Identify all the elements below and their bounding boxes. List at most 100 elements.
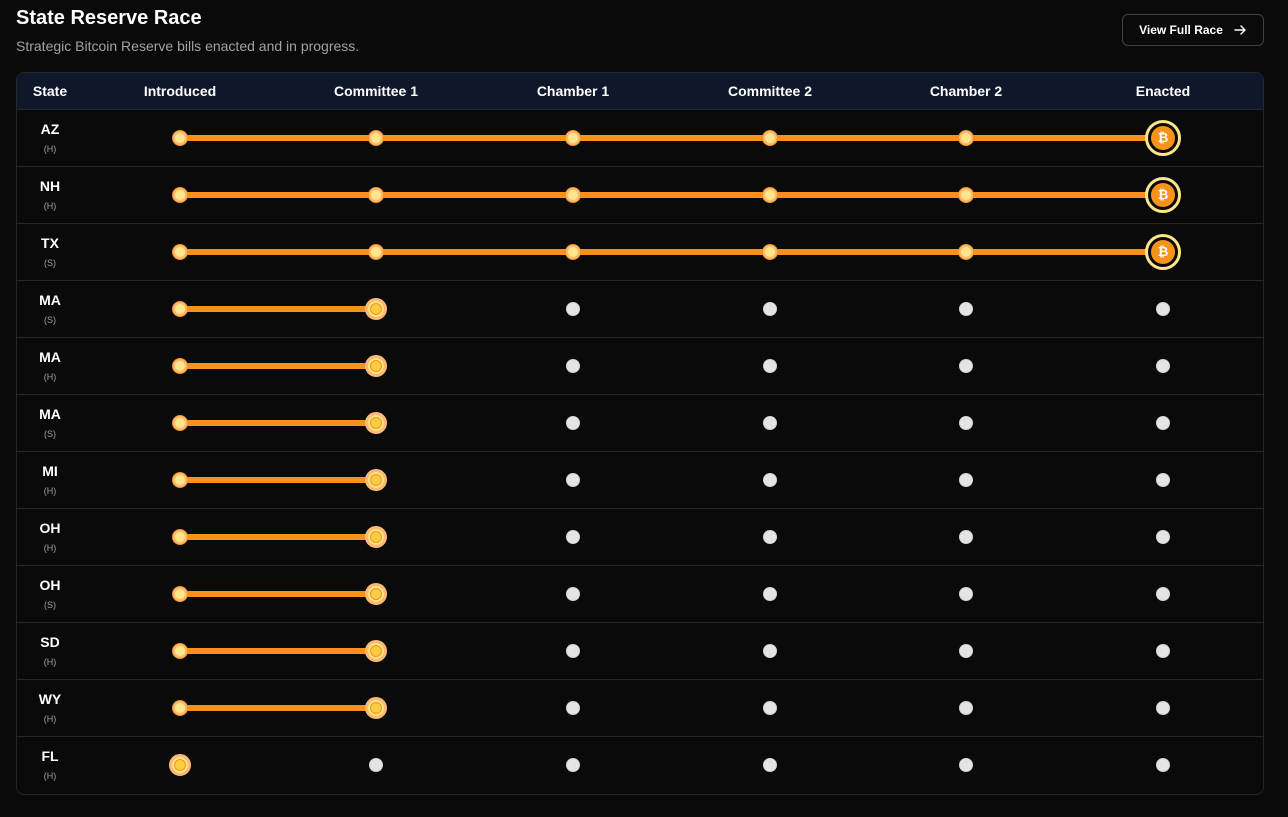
progress-bar [180,420,376,426]
stage-dot-pending [1156,644,1170,658]
state-cell: OH (S) [17,566,83,622]
stage-dot-current [365,412,387,434]
stage-dot-completed [566,245,580,259]
stage-dot-pending [763,587,777,601]
stage-dot-pending [959,302,973,316]
stage-dot-pending [566,302,580,316]
stage-dot-completed [369,245,383,259]
stage-dot-pending [959,530,973,544]
stage-dot-completed [173,701,187,715]
state-cell: FL (H) [17,737,83,793]
state-code: MA [39,292,61,308]
state-chamber: (H) [43,771,57,781]
state-cell: SD (H) [17,623,83,679]
state-code: AZ [40,121,60,137]
stage-dot-completed [173,473,187,487]
stage-dot-current [365,469,387,491]
table-row: OH (S) [17,566,1263,623]
progress-bar [180,591,376,597]
state-chamber: (H) [43,372,57,382]
stage-dot-current [365,355,387,377]
progress-bar [180,534,376,540]
stage-dot-pending [566,758,580,772]
state-cell: MA (S) [17,395,83,451]
column-header-chamber-1: Chamber 1 [536,83,610,99]
stage-dot-pending [1156,530,1170,544]
stage-dot-completed [173,587,187,601]
state-code: NH [39,178,61,194]
stage-dot-completed [173,416,187,430]
page-title: State Reserve Race [16,7,202,29]
state-code: OH [39,520,61,536]
stage-dot-completed [173,188,187,202]
state-chamber: (H) [43,657,57,667]
state-chamber: (H) [43,201,57,211]
column-header-committee-2: Committee 2 [727,83,813,99]
page-subtitle: Strategic Bitcoin Reserve bills enacted … [16,38,360,54]
column-header-chamber-2: Chamber 2 [929,83,1003,99]
stage-dot-completed [763,131,777,145]
stage-dot-completed [959,188,973,202]
stage-dot-pending [566,587,580,601]
stage-dot-completed [369,131,383,145]
progress-bar [180,477,376,483]
column-header-committee-1: Committee 1 [333,83,419,99]
table-row: WY (H) [17,680,1263,737]
stage-dot-current [169,754,191,776]
state-cell: OH (H) [17,509,83,565]
table-row: FL (H) [17,737,1263,794]
view-full-race-button[interactable]: View Full Race [1122,14,1264,46]
stage-dot-completed [566,131,580,145]
state-code: FL [41,748,59,764]
column-header-introduced: Introduced [143,83,217,99]
stage-dot-pending [763,473,777,487]
table-row: OH (H) [17,509,1263,566]
page-header: State Reserve Race Strategic Bitcoin Res… [16,6,1272,62]
stage-dot-completed [763,245,777,259]
state-code: MA [39,406,61,422]
stage-dot-pending [959,359,973,373]
stage-dot-pending [959,416,973,430]
stage-dot-completed [369,188,383,202]
stage-dot-pending [1156,758,1170,772]
race-table: State Introduced Committee 1 Chamber 1 Commi… [16,72,1264,795]
stage-dot-pending [566,701,580,715]
stage-dot-pending [959,473,973,487]
bitcoin-icon: ₿ [1145,177,1181,213]
stage-dot-completed [763,188,777,202]
state-code: TX [41,235,59,251]
state-cell: NH (H) [17,167,83,223]
table-row: TX (S) ₿ [17,224,1263,281]
state-cell: TX (S) [17,224,83,280]
state-chamber: (H) [43,714,57,724]
stage-dot-pending [763,701,777,715]
stage-dot-pending [1156,302,1170,316]
stage-dot-current [365,526,387,548]
bitcoin-icon: ₿ [1145,234,1181,270]
progress-bar [180,192,1163,198]
table-row: AZ (H) ₿ [17,110,1263,167]
stage-dot-pending [566,473,580,487]
progress-bar [180,705,376,711]
state-chamber: (S) [44,258,56,268]
table-row: SD (H) [17,623,1263,680]
state-code: MA [39,349,61,365]
stage-dot-completed [959,131,973,145]
stage-dot-current [365,583,387,605]
state-chamber: (H) [43,144,57,154]
stage-dot-completed [173,359,187,373]
state-chamber: (S) [44,315,56,325]
stage-dot-pending [1156,359,1170,373]
state-code: WY [38,691,62,707]
stage-dot-pending [1156,587,1170,601]
state-code: SD [40,634,60,650]
state-chamber: (S) [44,429,56,439]
progress-bar [180,249,1163,255]
bitcoin-symbol: ₿ [1151,240,1175,264]
stage-dot-completed [959,245,973,259]
state-cell: WY (H) [17,680,83,736]
stage-dot-pending [763,758,777,772]
stage-dot-pending [763,416,777,430]
stage-dot-completed [173,131,187,145]
column-header-enacted: Enacted [1135,83,1191,99]
